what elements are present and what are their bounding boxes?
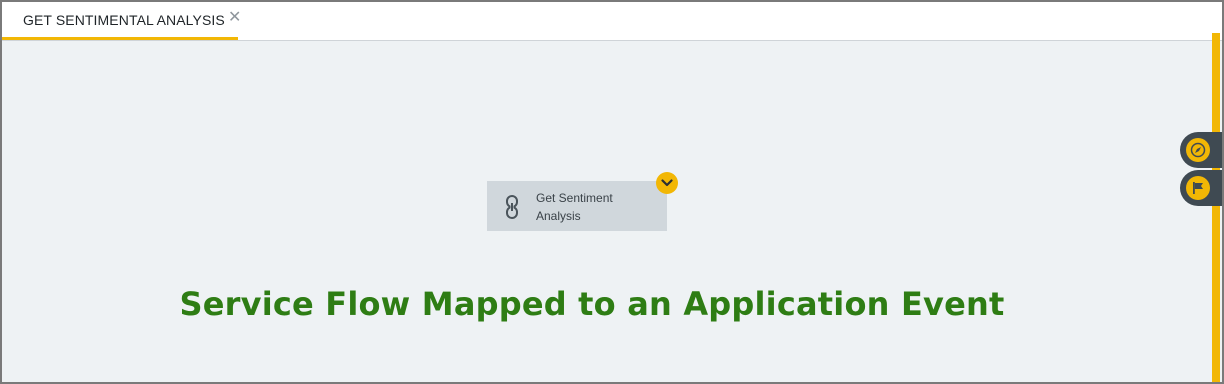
navigate-button[interactable]	[1180, 132, 1222, 168]
canvas-scrollbar[interactable]	[1212, 33, 1220, 382]
flag-button[interactable]	[1180, 170, 1222, 206]
tab-label: GET SENTIMENTAL ANALYSIS	[23, 11, 225, 28]
node-expand-button[interactable]	[656, 172, 678, 194]
editor-window: GET SENTIMENTAL ANALYSIS ✕ Get Sentiment…	[0, 0, 1224, 384]
overlay-caption: Service Flow Mapped to an Application Ev…	[179, 285, 1005, 323]
node-label: Get Sentiment Analysis	[536, 191, 613, 223]
chevron-down-icon	[661, 174, 673, 192]
service-flow-node[interactable]: Get Sentiment Analysis	[487, 181, 667, 231]
tab-get-sentimental-analysis[interactable]: GET SENTIMENTAL ANALYSIS	[2, 2, 238, 40]
compass-icon	[1186, 138, 1210, 162]
link-icon	[503, 194, 521, 220]
flag-icon	[1186, 176, 1210, 200]
close-icon[interactable]: ✕	[228, 10, 241, 26]
tab-bar: GET SENTIMENTAL ANALYSIS ✕	[2, 2, 1222, 41]
